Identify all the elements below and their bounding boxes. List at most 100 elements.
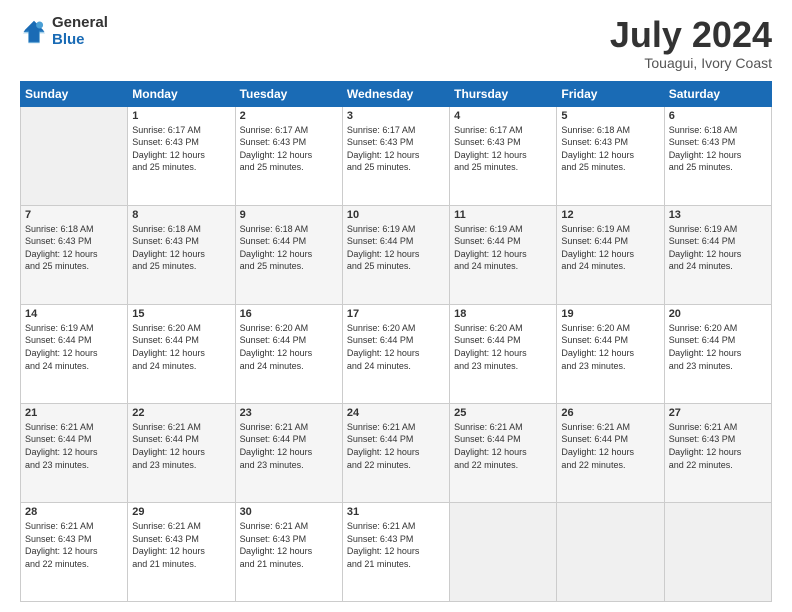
day-number: 13: [669, 209, 767, 221]
day-info: Sunrise: 6:18 AMSunset: 6:43 PMDaylight:…: [669, 124, 767, 174]
cell-3-3: 24 Sunrise: 6:21 AMSunset: 6:44 PMDayligh…: [342, 403, 449, 502]
cell-3-6: 27Sunrise: 6:21 AMSunset: 6:43 PMDayligh…: [664, 403, 771, 502]
day-info: Sunrise: 6:19 AMSunset: 6:44 PMDaylight:…: [669, 223, 767, 273]
day-number: 26: [561, 407, 659, 419]
cell-1-6: 13 Sunrise: 6:19 AMSunset: 6:44 PMDayligh…: [664, 205, 771, 304]
day-info: Sunrise: 6:21 AMSunset: 6:44 PMDaylight:…: [561, 421, 659, 471]
week-row-3: 14Sunrise: 6:19 AMSunset: 6:44 PMDayligh…: [21, 304, 772, 403]
day-info: Sunrise: 6:21 AMSunset: 6:43 PMDaylight:…: [240, 520, 338, 570]
day-number: 6: [669, 110, 767, 122]
col-thursday: Thursday: [450, 81, 557, 106]
day-info: Sunrise: 6:17 AMSunset: 6:43 PMDaylight:…: [240, 124, 338, 174]
cell-3-1: 22Sunrise: 6:21 AMSunset: 6:44 PMDayligh…: [128, 403, 235, 502]
day-number: 9: [240, 209, 338, 221]
day-number: 14: [25, 308, 123, 320]
day-number: 22: [132, 407, 230, 419]
cell-1-1: 8 Sunrise: 6:18 AMSunset: 6:43 PMDaylight…: [128, 205, 235, 304]
day-number: 27: [669, 407, 767, 419]
day-number: 28: [25, 506, 123, 518]
day-info: Sunrise: 6:21 AMSunset: 6:44 PMDaylight:…: [240, 421, 338, 471]
subtitle: Touagui, Ivory Coast: [610, 55, 772, 71]
day-info: Sunrise: 6:20 AMSunset: 6:44 PMDaylight:…: [669, 322, 767, 372]
cell-1-0: 7 Sunrise: 6:18 AMSunset: 6:43 PMDaylight…: [21, 205, 128, 304]
cell-3-5: 26 Sunrise: 6:21 AMSunset: 6:44 PMDayligh…: [557, 403, 664, 502]
day-info: Sunrise: 6:18 AMSunset: 6:43 PMDaylight:…: [132, 223, 230, 273]
cell-4-0: 28 Sunrise: 6:21 AMSunset: 6:43 PMDayligh…: [21, 502, 128, 601]
logo-general-text: General: [52, 15, 108, 32]
day-number: 8: [132, 209, 230, 221]
cell-1-5: 12Sunrise: 6:19 AMSunset: 6:44 PMDayligh…: [557, 205, 664, 304]
day-info: Sunrise: 6:20 AMSunset: 6:44 PMDaylight:…: [347, 322, 445, 372]
logo-icon: [20, 18, 48, 46]
day-number: 29: [132, 506, 230, 518]
logo-blue-text: Blue: [52, 32, 108, 49]
col-monday: Monday: [128, 81, 235, 106]
cell-0-6: 6 Sunrise: 6:18 AMSunset: 6:43 PMDaylight…: [664, 106, 771, 205]
header: General Blue July 2024 Touagui, Ivory Co…: [20, 15, 772, 71]
day-info: Sunrise: 6:21 AMSunset: 6:43 PMDaylight:…: [25, 520, 123, 570]
day-info: Sunrise: 6:17 AMSunset: 6:43 PMDaylight:…: [132, 124, 230, 174]
cell-0-5: 5 Sunrise: 6:18 AMSunset: 6:43 PMDaylight…: [557, 106, 664, 205]
day-number: 12: [561, 209, 659, 221]
day-info: Sunrise: 6:20 AMSunset: 6:44 PMDaylight:…: [132, 322, 230, 372]
cell-4-4: [450, 502, 557, 601]
day-info: Sunrise: 6:18 AMSunset: 6:43 PMDaylight:…: [25, 223, 123, 273]
col-wednesday: Wednesday: [342, 81, 449, 106]
day-info: Sunrise: 6:20 AMSunset: 6:44 PMDaylight:…: [240, 322, 338, 372]
day-info: Sunrise: 6:19 AMSunset: 6:44 PMDaylight:…: [454, 223, 552, 273]
calendar-table: Sunday Monday Tuesday Wednesday Thursday…: [20, 81, 772, 602]
day-number: 7: [25, 209, 123, 221]
logo: General Blue: [20, 15, 108, 48]
day-info: Sunrise: 6:18 AMSunset: 6:43 PMDaylight:…: [561, 124, 659, 174]
day-number: 3: [347, 110, 445, 122]
day-number: 5: [561, 110, 659, 122]
cell-0-4: 4 Sunrise: 6:17 AMSunset: 6:43 PMDaylight…: [450, 106, 557, 205]
day-number: 21: [25, 407, 123, 419]
cell-4-3: 31Sunrise: 6:21 AMSunset: 6:43 PMDayligh…: [342, 502, 449, 601]
main-title: July 2024: [610, 15, 772, 55]
cell-2-6: 20Sunrise: 6:20 AMSunset: 6:44 PMDayligh…: [664, 304, 771, 403]
day-info: Sunrise: 6:18 AMSunset: 6:44 PMDaylight:…: [240, 223, 338, 273]
cell-4-2: 30 Sunrise: 6:21 AMSunset: 6:43 PMDayligh…: [235, 502, 342, 601]
day-info: Sunrise: 6:21 AMSunset: 6:44 PMDaylight:…: [25, 421, 123, 471]
week-row-2: 7 Sunrise: 6:18 AMSunset: 6:43 PMDaylight…: [21, 205, 772, 304]
cell-4-1: 29 Sunrise: 6:21 AMSunset: 6:43 PMDayligh…: [128, 502, 235, 601]
day-info: Sunrise: 6:21 AMSunset: 6:43 PMDaylight:…: [132, 520, 230, 570]
day-number: 19: [561, 308, 659, 320]
col-saturday: Saturday: [664, 81, 771, 106]
col-sunday: Sunday: [21, 81, 128, 106]
day-info: Sunrise: 6:17 AMSunset: 6:43 PMDaylight:…: [454, 124, 552, 174]
day-number: 23: [240, 407, 338, 419]
cell-0-2: 2Sunrise: 6:17 AMSunset: 6:43 PMDaylight…: [235, 106, 342, 205]
cell-2-4: 18Sunrise: 6:20 AMSunset: 6:44 PMDayligh…: [450, 304, 557, 403]
day-number: 25: [454, 407, 552, 419]
cell-3-2: 23 Sunrise: 6:21 AMSunset: 6:44 PMDayligh…: [235, 403, 342, 502]
title-block: July 2024 Touagui, Ivory Coast: [610, 15, 772, 71]
cell-0-1: 1 Sunrise: 6:17 AMSunset: 6:43 PMDaylight…: [128, 106, 235, 205]
day-number: 15: [132, 308, 230, 320]
day-number: 4: [454, 110, 552, 122]
calendar-header-row: Sunday Monday Tuesday Wednesday Thursday…: [21, 81, 772, 106]
cell-1-4: 11 Sunrise: 6:19 AMSunset: 6:44 PMDayligh…: [450, 205, 557, 304]
day-info: Sunrise: 6:19 AMSunset: 6:44 PMDaylight:…: [347, 223, 445, 273]
day-info: Sunrise: 6:21 AMSunset: 6:44 PMDaylight:…: [347, 421, 445, 471]
day-info: Sunrise: 6:20 AMSunset: 6:44 PMDaylight:…: [561, 322, 659, 372]
cell-2-5: 19 Sunrise: 6:20 AMSunset: 6:44 PMDayligh…: [557, 304, 664, 403]
cell-3-0: 21 Sunrise: 6:21 AMSunset: 6:44 PMDayligh…: [21, 403, 128, 502]
cell-1-2: 9 Sunrise: 6:18 AMSunset: 6:44 PMDaylight…: [235, 205, 342, 304]
day-number: 1: [132, 110, 230, 122]
week-row-1: 1 Sunrise: 6:17 AMSunset: 6:43 PMDaylight…: [21, 106, 772, 205]
day-number: 11: [454, 209, 552, 221]
cell-0-3: 3Sunrise: 6:17 AMSunset: 6:43 PMDaylight…: [342, 106, 449, 205]
day-number: 24: [347, 407, 445, 419]
week-row-5: 28 Sunrise: 6:21 AMSunset: 6:43 PMDayligh…: [21, 502, 772, 601]
day-info: Sunrise: 6:21 AMSunset: 6:43 PMDaylight:…: [347, 520, 445, 570]
day-info: Sunrise: 6:20 AMSunset: 6:44 PMDaylight:…: [454, 322, 552, 372]
col-friday: Friday: [557, 81, 664, 106]
day-number: 16: [240, 308, 338, 320]
cell-4-6: [664, 502, 771, 601]
day-number: 30: [240, 506, 338, 518]
logo-text: General Blue: [52, 15, 108, 48]
cell-3-4: 25Sunrise: 6:21 AMSunset: 6:44 PMDayligh…: [450, 403, 557, 502]
cell-2-0: 14Sunrise: 6:19 AMSunset: 6:44 PMDayligh…: [21, 304, 128, 403]
